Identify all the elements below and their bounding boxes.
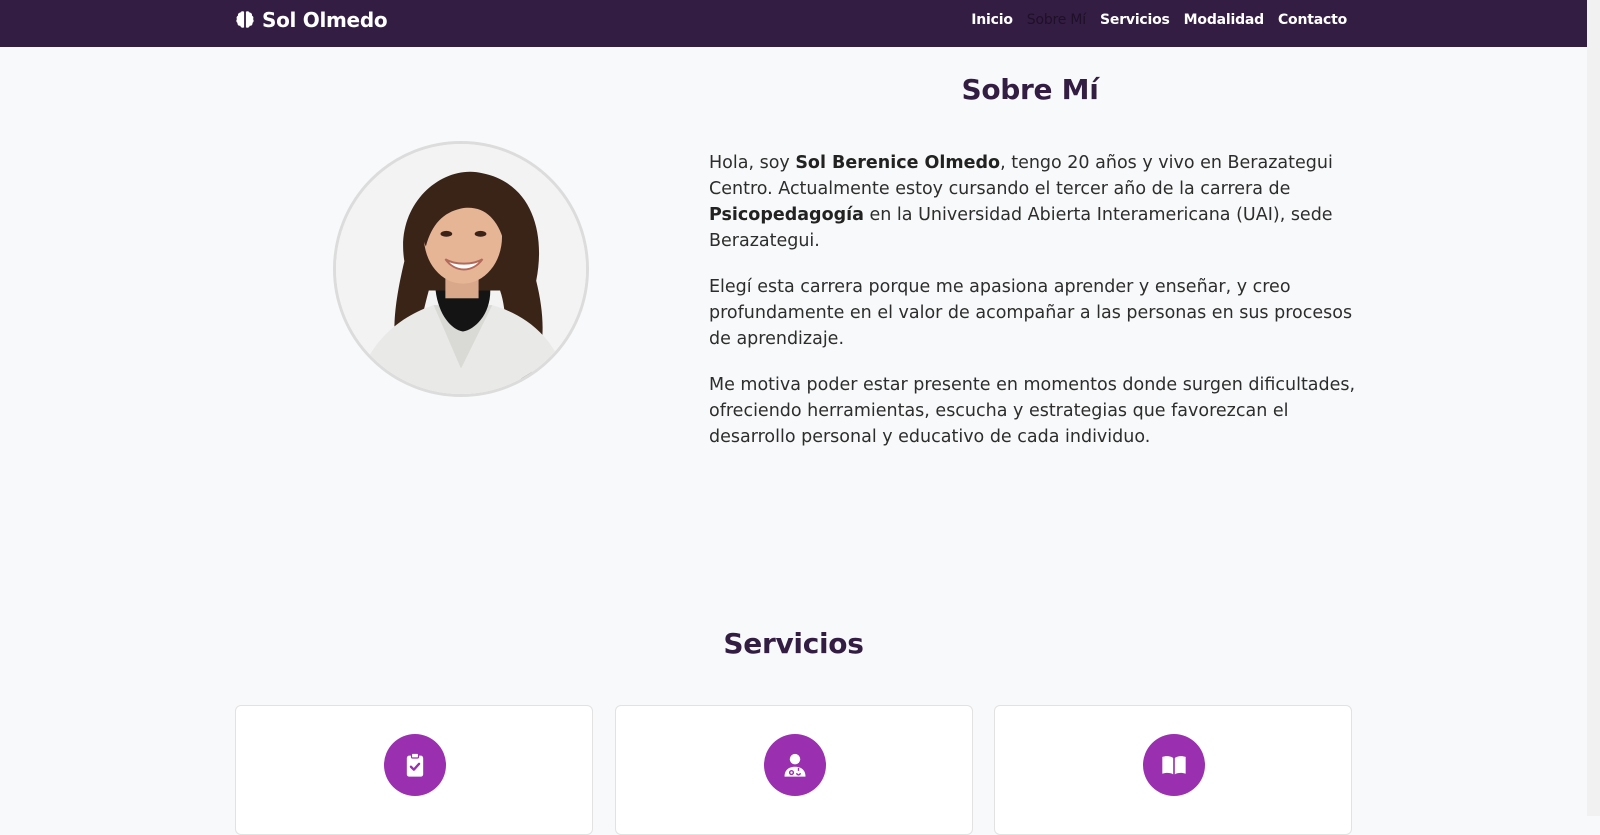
service-icon-circle bbox=[764, 734, 826, 796]
profile-photo-illustration bbox=[336, 144, 586, 394]
user-doctor-icon bbox=[784, 753, 806, 777]
open-book-icon bbox=[1162, 756, 1186, 775]
nav-link-inicio[interactable]: Inicio bbox=[971, 11, 1013, 29]
nav-link-modalidad[interactable]: Modalidad bbox=[1184, 11, 1265, 29]
career-name: Psicopedagogía bbox=[709, 205, 864, 225]
nav-link-servicios[interactable]: Servicios bbox=[1100, 11, 1170, 29]
about-paragraph-3: Me motiva poder estar presente en moment… bbox=[709, 375, 1356, 447]
service-icon-circle bbox=[384, 734, 446, 796]
service-icon-circle bbox=[1143, 734, 1205, 796]
clipboard-check-icon bbox=[406, 752, 424, 777]
about-title: Sobre Mí bbox=[961, 73, 1099, 106]
full-name: Sol Berenice Olmedo bbox=[795, 153, 1001, 173]
services-title: Servicios bbox=[723, 627, 864, 660]
page-scrollbar[interactable] bbox=[1587, 0, 1600, 816]
brand-name: Sol Olmedo bbox=[262, 8, 388, 32]
main-nav: Inicio Sobre Mí Servicios Modalidad Cont… bbox=[971, 11, 1347, 29]
brand-logo[interactable]: Sol Olmedo bbox=[234, 8, 388, 32]
navbar: Sol Olmedo Inicio Sobre Mí Servicios Mod… bbox=[0, 0, 1600, 47]
nav-link-sobre-mi[interactable]: Sobre Mí bbox=[1027, 11, 1086, 29]
about-text: Hola, soy Sol Berenice Olmedo, tengo 20 … bbox=[709, 150, 1359, 470]
about-paragraph-1: Hola, soy Sol Berenice Olmedo, tengo 20 … bbox=[709, 153, 1333, 251]
profile-photo bbox=[333, 141, 589, 397]
nav-link-contacto[interactable]: Contacto bbox=[1278, 11, 1347, 29]
about-paragraph-2: Elegí esta carrera porque me apasiona ap… bbox=[709, 277, 1353, 349]
brain-icon bbox=[236, 11, 254, 28]
